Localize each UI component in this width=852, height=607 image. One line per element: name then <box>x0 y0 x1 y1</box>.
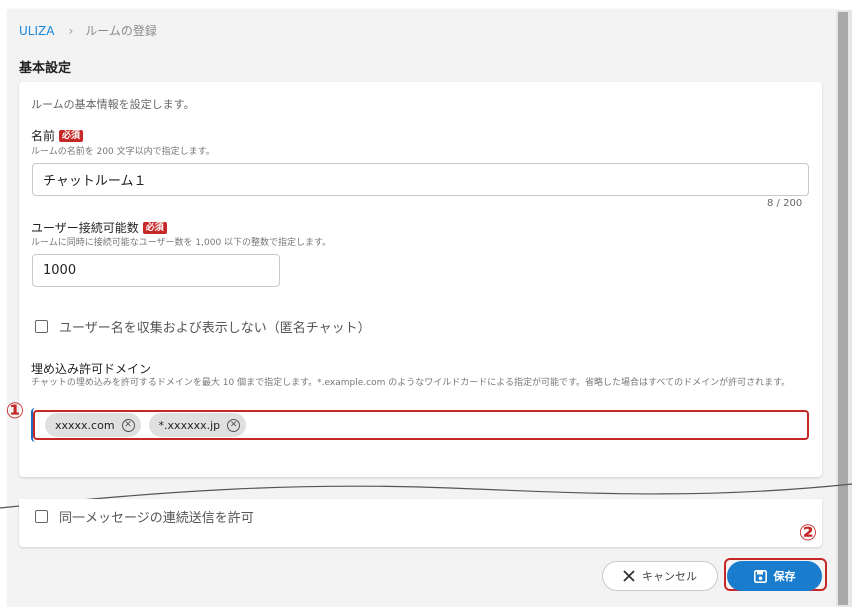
callout-marker-2: ② <box>798 521 818 546</box>
consecutive-checkbox-row[interactable]: 同一メッセージの連続送信を許可 <box>35 507 254 526</box>
close-icon <box>623 570 635 582</box>
anonymous-checkbox-row[interactable]: ユーザー名を収集および表示しない（匿名チャット） <box>35 317 371 336</box>
max-users-label: ユーザー接続可能数 必須 <box>31 219 167 236</box>
consecutive-checkbox[interactable] <box>35 510 48 523</box>
save-button[interactable]: 保存 <box>727 561 822 591</box>
embed-domains-help: チャットの埋め込みを許可するドメインを最大 10 個まで指定します。*.exam… <box>31 378 791 388</box>
scrollbar-thumb[interactable] <box>838 12 848 605</box>
embed-domains-input[interactable]: xxxxx.com ✕ *.xxxxxx.jp ✕ <box>33 410 809 440</box>
required-badge: 必須 <box>142 221 167 234</box>
cancel-button[interactable]: キャンセル <box>602 561 718 591</box>
room-name-input[interactable]: チャットルーム１ <box>32 163 809 196</box>
name-char-counter: 8 / 200 <box>767 198 803 209</box>
domain-chip[interactable]: xxxxx.com ✕ <box>45 413 141 437</box>
consecutive-checkbox-label[interactable]: 同一メッセージの連続送信を許可 <box>59 507 254 526</box>
card-description: ルームの基本情報を設定します。 <box>31 98 195 111</box>
embed-domains-label: 埋め込み許可ドメイン <box>31 360 151 377</box>
breadcrumb-current: ルームの登録 <box>85 24 157 38</box>
chip-remove-icon[interactable]: ✕ <box>227 418 241 432</box>
domain-chip-label: xxxxx.com <box>55 418 115 432</box>
max-users-label-text: ユーザー接続可能数 <box>31 221 139 235</box>
save-button-label: 保存 <box>773 570 796 583</box>
breadcrumb-root-link[interactable]: ULIZA <box>19 24 54 38</box>
chip-remove-icon[interactable]: ✕ <box>121 418 135 432</box>
embed-domains-label-text: 埋め込み許可ドメイン <box>31 362 152 376</box>
required-badge: 必須 <box>59 129 84 142</box>
breadcrumb-separator: › <box>68 23 74 38</box>
basic-settings-card: ルームの基本情報を設定します。 名前 必須 ルームの名前を 200 文字以内で指… <box>19 82 822 477</box>
domain-chip[interactable]: *.xxxxxx.jp ✕ <box>148 413 247 437</box>
save-icon <box>753 569 767 583</box>
max-users-input[interactable]: 1000 <box>32 254 280 287</box>
name-help: ルームの名前を 200 文字以内で指定します。 <box>31 147 215 157</box>
cancel-button-label: キャンセル <box>642 570 697 583</box>
name-label-text: 名前 <box>31 129 56 143</box>
anonymous-checkbox-label[interactable]: ユーザー名を収集および表示しない（匿名チャット） <box>59 317 371 336</box>
domain-chip-label: *.xxxxxx.jp <box>158 418 221 432</box>
message-settings-card: 同一メッセージの連続送信を許可 <box>19 499 822 547</box>
breadcrumb: ULIZA › ルームの登録 <box>19 22 157 39</box>
max-users-help: ルームに同時に接続可能なユーザー数を 1,000 以下の整数で指定します。 <box>31 238 332 248</box>
anonymous-checkbox[interactable] <box>35 320 48 333</box>
name-label: 名前 必須 <box>31 127 84 144</box>
callout-marker-1: ① <box>5 399 25 424</box>
section-title: 基本設定 <box>19 61 72 76</box>
